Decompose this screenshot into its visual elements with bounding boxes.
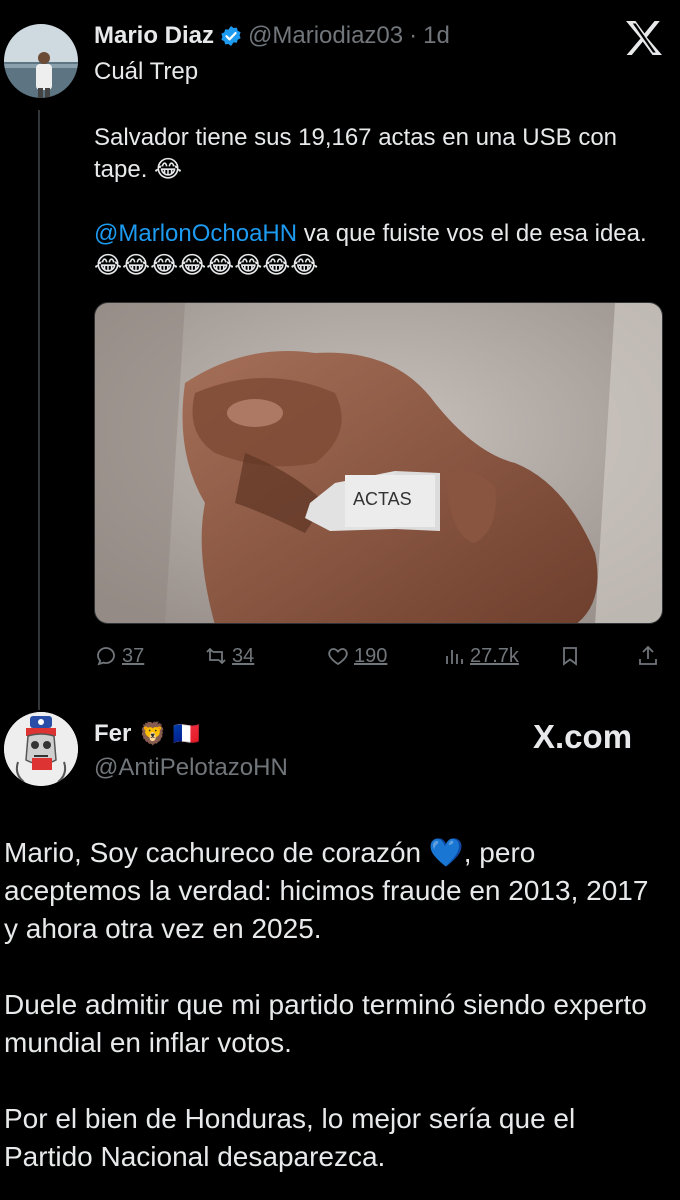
tweet1-paragraph: Salvador tiene sus 19,167 actas en una U… — [94, 124, 618, 183]
share-icon — [639, 645, 657, 665]
usb-label: ACTAS — [353, 489, 412, 509]
views-icon — [446, 650, 463, 664]
author-emojis: 🦁 🇫🇷 — [139, 721, 201, 746]
thread-connector — [38, 110, 40, 710]
xcom-watermark: X.com — [533, 718, 632, 756]
repost-button[interactable]: 34 — [204, 644, 254, 668]
mention-link[interactable]: @MarlonOchoaHN — [94, 220, 297, 247]
repost-icon — [206, 647, 226, 665]
bookmark-icon — [563, 647, 577, 666]
tweet-time[interactable]: 1d — [423, 22, 450, 50]
tweet1-actions: 37 34 190 27.7k — [94, 644, 664, 674]
separator-dot: · — [409, 22, 418, 49]
tweet2-header: Fer 🦁 🇫🇷 — [94, 720, 200, 748]
like-button[interactable]: 190 — [326, 644, 387, 668]
tweet-media-image[interactable]: ACTAS — [94, 302, 663, 624]
views-button[interactable]: 27.7k — [442, 644, 519, 668]
xcom-text: X.com — [533, 718, 633, 755]
like-icon — [328, 648, 348, 666]
reply-icon — [97, 647, 115, 666]
bookmark-button[interactable] — [558, 644, 582, 668]
like-count: 190 — [354, 644, 388, 667]
views-count: 27.7k — [470, 644, 519, 667]
tweet1-body: Salvador tiene sus 19,167 actas en una U… — [94, 122, 669, 314]
share-button[interactable] — [636, 644, 660, 668]
avatar-mario-diaz[interactable] — [4, 24, 78, 98]
tweet2-paragraph-1: Mario, Soy cachureco de corazón 💙, pero … — [4, 837, 649, 944]
author-name[interactable]: Mario Diaz — [94, 22, 214, 50]
tweet2-paragraph-3: Por el bien de Honduras, lo mejor sería … — [4, 1103, 576, 1172]
reply-text: Cuál Trep — [94, 58, 199, 85]
reply-button[interactable]: 37 — [94, 644, 144, 668]
author-handle[interactable]: @Mariodiaz03 — [248, 22, 403, 50]
reply-count: 37 — [122, 644, 145, 667]
verified-badge-icon — [220, 25, 242, 47]
tweet2-paragraph-2: Duele admitir que mi partido terminó sie… — [4, 989, 647, 1058]
repost-count: 34 — [232, 644, 255, 667]
tweet1-paragraph-2: @MarlonOchoaHN va que fuiste vos el de e… — [94, 218, 669, 282]
author-handle-fer[interactable]: @AntiPelotazoHN — [94, 754, 288, 782]
avatar-fer[interactable] — [4, 712, 78, 786]
x-logo-icon[interactable] — [624, 20, 664, 56]
tweet1-header: Mario Diaz @Mariodiaz03 · 1d — [94, 22, 450, 50]
author-name-fer[interactable]: Fer — [94, 720, 131, 748]
tweet2-body: Mario, Soy cachureco de corazón 💙, pero … — [4, 834, 664, 1200]
